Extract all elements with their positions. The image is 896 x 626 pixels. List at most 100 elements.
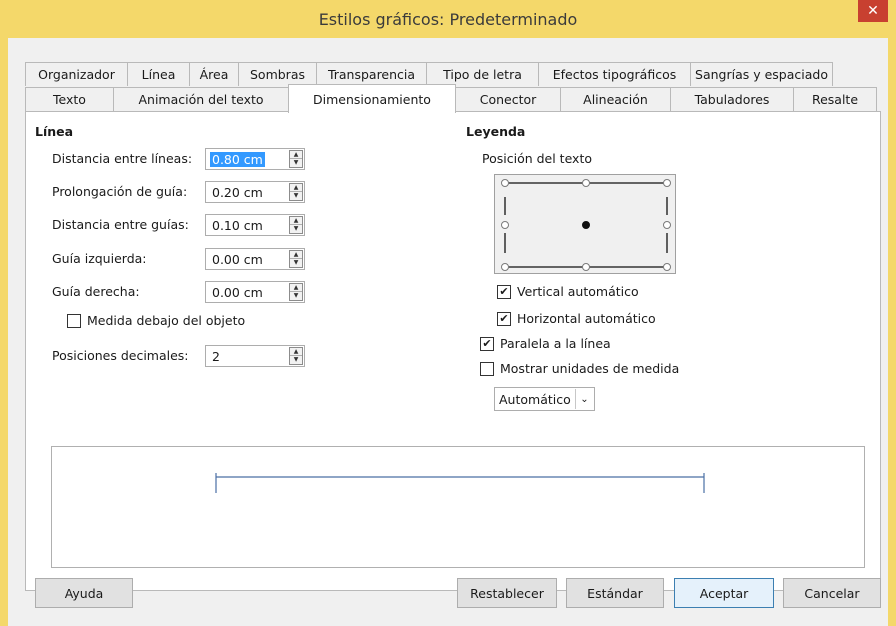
close-button[interactable]: ✕ [858, 0, 888, 22]
dialog-body: Organizador Línea Área Sombras Transpare… [8, 38, 888, 626]
position-radio[interactable] [582, 263, 590, 271]
spin-down-icon[interactable]: ▼ [290, 159, 302, 167]
tab-transparencia[interactable]: Transparencia [316, 62, 427, 86]
standard-button[interactable]: Estándar [566, 578, 664, 608]
tab-label: Conector [479, 92, 537, 107]
window-titlebar: Estilos gráficos: Predeterminado ✕ [0, 0, 896, 38]
spin-down-icon[interactable]: ▼ [290, 292, 302, 300]
position-radio[interactable] [501, 179, 509, 187]
window-title: Estilos gráficos: Predeterminado [318, 9, 578, 29]
spin-down-icon[interactable]: ▼ [290, 356, 302, 364]
tab-sombras[interactable]: Sombras [238, 62, 317, 86]
spin-distancia-guias[interactable]: 0.10 cm ▲ ▼ [205, 214, 305, 236]
spin-down-icon[interactable]: ▼ [290, 192, 302, 200]
spin-prolongacion-guia[interactable]: 0.20 cm ▲ ▼ [205, 181, 305, 203]
position-radio[interactable] [663, 179, 671, 187]
cancel-button[interactable]: Cancelar [783, 578, 881, 608]
spin-value: 2 [212, 349, 220, 364]
check-label: Paralela a la línea [500, 336, 611, 351]
section-title-leyenda: Leyenda [466, 124, 526, 139]
tab-label: Área [199, 67, 229, 82]
tab-dimensionamiento[interactable]: Dimensionamiento [288, 84, 456, 113]
help-button[interactable]: Ayuda [35, 578, 133, 608]
checkbox-box[interactable] [67, 313, 81, 328]
section-title-linea: Línea [35, 124, 74, 139]
position-radio[interactable] [663, 221, 671, 229]
position-radio[interactable] [663, 263, 671, 271]
spin-buttons[interactable]: ▲ ▼ [289, 183, 303, 201]
tab-label: Sangrías y espaciado [695, 67, 828, 82]
tab-label: Animación del texto [138, 92, 264, 107]
tab-sangrias-espaciado[interactable]: Sangrías y espaciado [690, 62, 833, 86]
tab-resalte[interactable]: Resalte [793, 87, 877, 111]
position-radio-selected[interactable] [582, 221, 590, 229]
spin-guia-izquierda[interactable]: 0.00 cm ▲ ▼ [205, 248, 305, 270]
check-vertical-auto[interactable]: ✔ Vertical automático [497, 284, 639, 299]
label-prolongacion-guia: Prolongación de guía: [52, 184, 188, 199]
label-guia-izquierda: Guía izquierda: [52, 251, 147, 266]
tab-row-1: Organizador Línea Área Sombras Transpare… [25, 62, 833, 86]
check-mostrar-unidades[interactable]: Mostrar unidades de medida [480, 361, 679, 376]
spin-guia-derecha[interactable]: 0.00 cm ▲ ▼ [205, 281, 305, 303]
spin-value: 0.80 cm [210, 152, 265, 167]
checkbox-checked-icon[interactable]: ✔ [497, 311, 511, 326]
spin-buttons[interactable]: ▲ ▼ [289, 347, 303, 365]
checkbox-checked-icon[interactable]: ✔ [480, 336, 494, 351]
spin-up-icon[interactable]: ▲ [290, 151, 302, 159]
tab-animacion-texto[interactable]: Animación del texto [113, 87, 289, 111]
position-radio[interactable] [501, 221, 509, 229]
button-label: Aceptar [699, 585, 749, 601]
reset-button[interactable]: Restablecer [457, 578, 557, 608]
close-icon: ✕ [867, 3, 879, 19]
tab-tipo-de-letra[interactable]: Tipo de letra [426, 62, 539, 86]
label-distancia-lineas: Distancia entre líneas: [52, 151, 193, 166]
spin-value: 0.20 cm [212, 185, 263, 200]
tab-tabuladores[interactable]: Tabuladores [670, 87, 794, 111]
tab-label: Tipo de letra [443, 67, 522, 82]
text-position-picker[interactable] [494, 174, 676, 274]
tab-area[interactable]: Área [189, 62, 239, 86]
button-label: Estándar [587, 585, 643, 601]
position-radio[interactable] [582, 179, 590, 187]
spin-buttons[interactable]: ▲ ▼ [289, 250, 303, 268]
spin-down-icon[interactable]: ▼ [290, 225, 302, 233]
spin-buttons[interactable]: ▲ ▼ [289, 283, 303, 301]
tab-efectos-tipograficos[interactable]: Efectos tipográficos [538, 62, 691, 86]
spin-up-icon[interactable]: ▲ [290, 251, 302, 259]
label-posiciones-decimales: Posiciones decimales: [52, 348, 189, 363]
tab-texto[interactable]: Texto [25, 87, 114, 111]
tab-alineacion[interactable]: Alineación [560, 87, 671, 111]
spin-up-icon[interactable]: ▲ [290, 348, 302, 356]
checkbox-box[interactable] [480, 361, 494, 376]
spin-distancia-lineas[interactable]: 0.80 cm ▲ ▼ [205, 148, 305, 170]
spin-down-icon[interactable]: ▼ [290, 259, 302, 267]
check-label: Medida debajo del objeto [87, 313, 246, 328]
tab-linea[interactable]: Línea [127, 62, 190, 86]
dimension-line-icon [215, 473, 705, 493]
spin-buttons[interactable]: ▲ ▼ [289, 216, 303, 234]
spin-up-icon[interactable]: ▲ [290, 184, 302, 192]
spin-up-icon[interactable]: ▲ [290, 217, 302, 225]
check-horizontal-auto[interactable]: ✔ Horizontal automático [497, 311, 656, 326]
spin-posiciones-decimales[interactable]: 2 ▲ ▼ [205, 345, 305, 367]
tab-organizador[interactable]: Organizador [25, 62, 128, 86]
spin-value: 0.00 cm [212, 252, 263, 267]
unit-select[interactable]: Automático ⌄ [494, 387, 595, 411]
dimension-preview [51, 446, 865, 568]
checkbox-checked-icon[interactable]: ✔ [497, 284, 511, 299]
label-guia-derecha: Guía derecha: [52, 284, 140, 299]
spin-buttons[interactable]: ▲ ▼ [289, 150, 303, 168]
tab-label: Organizador [38, 67, 115, 82]
ok-button[interactable]: Aceptar [674, 578, 774, 608]
tab-label: Línea [141, 67, 176, 82]
position-radio[interactable] [501, 263, 509, 271]
tab-label: Transparencia [327, 67, 416, 82]
tab-row-2: Texto Animación del texto Dimensionamien… [25, 84, 877, 113]
tab-label: Alineación [583, 92, 648, 107]
check-label: Vertical automático [517, 284, 639, 299]
check-medida-debajo[interactable]: Medida debajo del objeto [67, 313, 245, 328]
chevron-down-icon[interactable]: ⌄ [575, 389, 593, 409]
check-paralela-linea[interactable]: ✔ Paralela a la línea [480, 336, 611, 351]
tab-conector[interactable]: Conector [455, 87, 561, 111]
spin-up-icon[interactable]: ▲ [290, 284, 302, 292]
